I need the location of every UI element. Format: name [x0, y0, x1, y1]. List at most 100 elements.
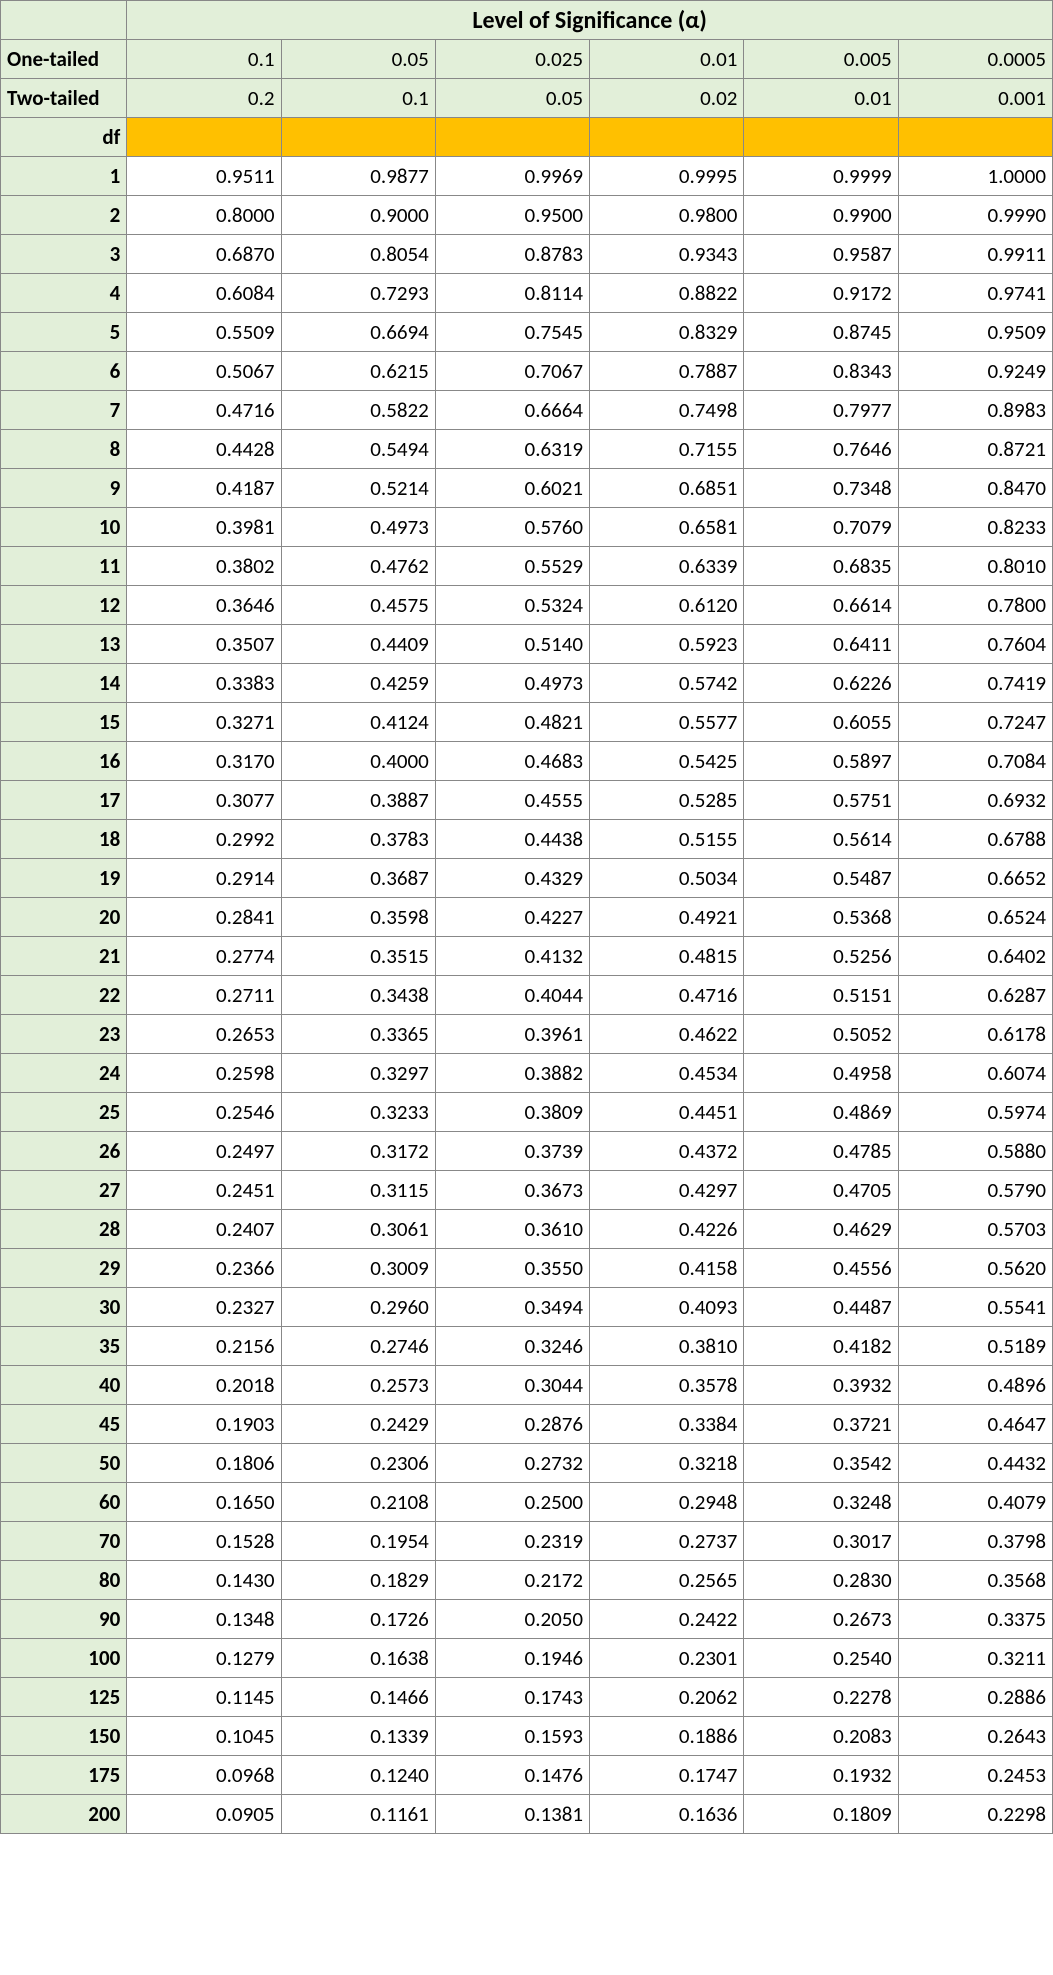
table-cell: 0.2746	[281, 1327, 435, 1366]
table-cell: 0.1726	[281, 1600, 435, 1639]
df-header-empty	[744, 118, 898, 157]
table-cell: 0.1045	[127, 1717, 281, 1756]
table-cell: 0.3961	[435, 1015, 589, 1054]
table-cell: 0.9990	[898, 196, 1052, 235]
one-tailed-label: One-tailed	[1, 40, 127, 79]
table-cell: 0.6652	[898, 859, 1052, 898]
table-cell: 0.4124	[281, 703, 435, 742]
table-cell: 0.7498	[590, 391, 744, 430]
table-cell: 0.4428	[127, 430, 281, 469]
table-cell: 0.6694	[281, 313, 435, 352]
table-cell: 0.4534	[590, 1054, 744, 1093]
table-cell: 0.5620	[898, 1249, 1052, 1288]
table-cell: 0.3218	[590, 1444, 744, 1483]
alpha-two-tailed: 0.2	[127, 79, 281, 118]
table-cell: 0.3211	[898, 1639, 1052, 1678]
table-cell: 0.5368	[744, 898, 898, 937]
table-cell: 0.3494	[435, 1288, 589, 1327]
table-cell: 0.7155	[590, 430, 744, 469]
table-cell: 0.5577	[590, 703, 744, 742]
table-cell: 0.1145	[127, 1678, 281, 1717]
table-cell: 0.3170	[127, 742, 281, 781]
table-cell: 0.5822	[281, 391, 435, 430]
table-cell: 0.3384	[590, 1405, 744, 1444]
table-cell: 0.1806	[127, 1444, 281, 1483]
table-cell: 0.4958	[744, 1054, 898, 1093]
table-cell: 0.2366	[127, 1249, 281, 1288]
table-cell: 0.1430	[127, 1561, 281, 1600]
table-cell: 0.3061	[281, 1210, 435, 1249]
table-cell: 0.6411	[744, 625, 898, 664]
table-cell: 0.2643	[898, 1717, 1052, 1756]
table-cell: 0.5425	[590, 742, 744, 781]
table-cell: 0.2914	[127, 859, 281, 898]
table-cell: 0.3646	[127, 586, 281, 625]
table-cell: 0.2886	[898, 1678, 1052, 1717]
table-cell: 0.3044	[435, 1366, 589, 1405]
table-cell: 0.3246	[435, 1327, 589, 1366]
df-value: 1	[1, 157, 127, 196]
table-cell: 0.4762	[281, 547, 435, 586]
table-cell: 0.4187	[127, 469, 281, 508]
table-cell: 0.1339	[281, 1717, 435, 1756]
table-cell: 0.8745	[744, 313, 898, 352]
table-cell: 0.3542	[744, 1444, 898, 1483]
table-cell: 0.6074	[898, 1054, 1052, 1093]
table-cell: 0.5751	[744, 781, 898, 820]
table-cell: 0.9900	[744, 196, 898, 235]
table-cell: 0.3739	[435, 1132, 589, 1171]
table-cell: 0.3515	[281, 937, 435, 976]
table-cell: 0.1946	[435, 1639, 589, 1678]
df-value: 7	[1, 391, 127, 430]
table-cell: 0.2172	[435, 1561, 589, 1600]
df-value: 24	[1, 1054, 127, 1093]
table-cell: 0.2711	[127, 976, 281, 1015]
table-cell: 0.4785	[744, 1132, 898, 1171]
alpha-one-tailed: 0.1	[127, 40, 281, 79]
table-cell: 0.5324	[435, 586, 589, 625]
table-cell: 0.9999	[744, 157, 898, 196]
table-cell: 0.5703	[898, 1210, 1052, 1249]
table-cell: 0.9249	[898, 352, 1052, 391]
table-cell: 0.8983	[898, 391, 1052, 430]
table-cell: 0.3798	[898, 1522, 1052, 1561]
table-cell: 0.9969	[435, 157, 589, 196]
table-cell: 0.3271	[127, 703, 281, 742]
df-value: 12	[1, 586, 127, 625]
table-cell: 0.4683	[435, 742, 589, 781]
table-cell: 0.2546	[127, 1093, 281, 1132]
table-cell: 0.5067	[127, 352, 281, 391]
df-value: 3	[1, 235, 127, 274]
table-cell: 0.1932	[744, 1756, 898, 1795]
df-value: 20	[1, 898, 127, 937]
df-value: 16	[1, 742, 127, 781]
alpha-one-tailed: 0.005	[744, 40, 898, 79]
table-cell: 0.3017	[744, 1522, 898, 1561]
table-cell: 0.5189	[898, 1327, 1052, 1366]
table-cell: 0.6215	[281, 352, 435, 391]
critical-values-table: Level of Significance (α)One-tailed0.10.…	[0, 0, 1053, 1834]
table-cell: 0.9741	[898, 274, 1052, 313]
table-cell: 0.2018	[127, 1366, 281, 1405]
table-cell: 0.6932	[898, 781, 1052, 820]
table-cell: 0.9511	[127, 157, 281, 196]
df-value: 80	[1, 1561, 127, 1600]
table-cell: 0.1476	[435, 1756, 589, 1795]
table-cell: 0.5140	[435, 625, 589, 664]
table-cell: 0.4226	[590, 1210, 744, 1249]
table-cell: 0.3009	[281, 1249, 435, 1288]
table-cell: 0.1650	[127, 1483, 281, 1522]
table-cell: 0.5742	[590, 664, 744, 703]
df-value: 29	[1, 1249, 127, 1288]
table-cell: 0.3783	[281, 820, 435, 859]
df-value: 10	[1, 508, 127, 547]
alpha-two-tailed: 0.02	[590, 79, 744, 118]
table-cell: 0.4451	[590, 1093, 744, 1132]
table-cell: 0.6178	[898, 1015, 1052, 1054]
table-cell: 0.7348	[744, 469, 898, 508]
table-cell: 0.6287	[898, 976, 1052, 1015]
table-cell: 0.9800	[590, 196, 744, 235]
df-header-empty	[898, 118, 1052, 157]
table-cell: 0.4896	[898, 1366, 1052, 1405]
table-cell: 0.4921	[590, 898, 744, 937]
